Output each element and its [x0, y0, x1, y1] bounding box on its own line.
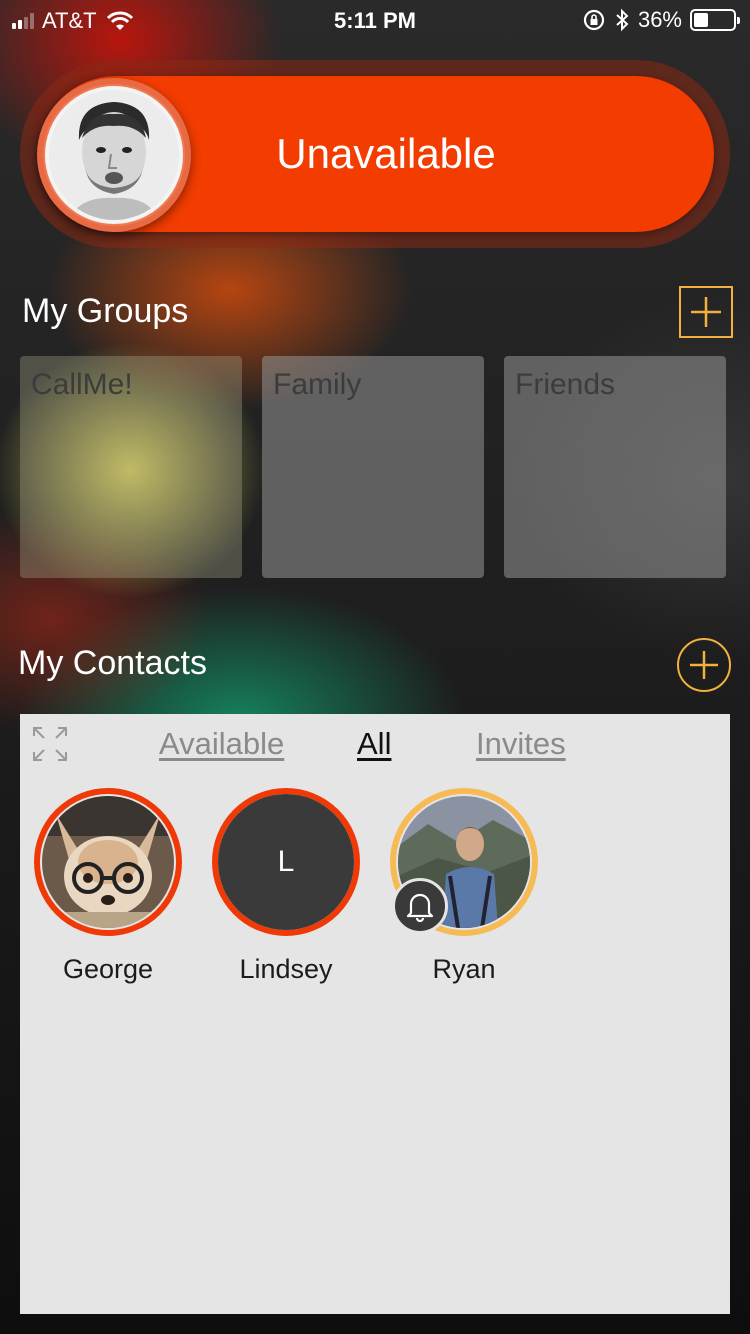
status-bar: AT&T 5:11 PM 36% — [0, 0, 750, 40]
battery-percent: 36% — [637, 7, 682, 32]
expand-icon[interactable] — [32, 726, 68, 762]
add-contact-button[interactable] — [677, 638, 731, 692]
availability-label: Unavailable — [276, 130, 496, 177]
contact-lindsey[interactable]: L Lindsey — [211, 788, 361, 985]
group-card-family[interactable]: Family — [262, 356, 484, 578]
contact-ryan[interactable]: Ryan — [389, 788, 539, 985]
contact-avatar: L — [212, 788, 360, 936]
contact-name: Ryan — [432, 954, 496, 984]
bluetooth-icon — [616, 8, 629, 32]
my-avatar-photo — [49, 90, 179, 220]
plus-icon — [690, 651, 718, 679]
contact-avatar — [390, 788, 538, 936]
plus-icon — [691, 297, 721, 327]
tab-available[interactable]: Available — [159, 726, 284, 762]
my-avatar[interactable] — [37, 78, 191, 232]
notify-badge[interactable] — [392, 878, 448, 934]
battery-icon — [690, 9, 740, 31]
group-label: CallMe! — [31, 368, 133, 401]
contact-avatar — [34, 788, 182, 936]
bell-icon — [406, 893, 434, 922]
group-label: Family — [273, 368, 362, 401]
contact-photo — [42, 796, 174, 928]
contacts-title: My Contacts — [18, 644, 207, 682]
contact-initial: L — [218, 794, 354, 930]
add-group-button[interactable] — [679, 286, 733, 338]
groups-title: My Groups — [22, 292, 189, 330]
contact-name: Lindsey — [239, 954, 333, 984]
tab-all[interactable]: All — [357, 726, 391, 762]
group-card-callme[interactable]: CallMe! — [20, 356, 242, 578]
contact-name: George — [62, 954, 154, 984]
group-card-friends[interactable]: Friends — [504, 356, 726, 578]
contacts-panel: Available All Invites George L Lindsey R… — [20, 714, 730, 1314]
rotation-lock-icon — [583, 9, 605, 31]
contact-george[interactable]: George — [33, 788, 183, 985]
group-label: Friends — [515, 368, 616, 401]
tab-invites[interactable]: Invites — [476, 726, 566, 762]
